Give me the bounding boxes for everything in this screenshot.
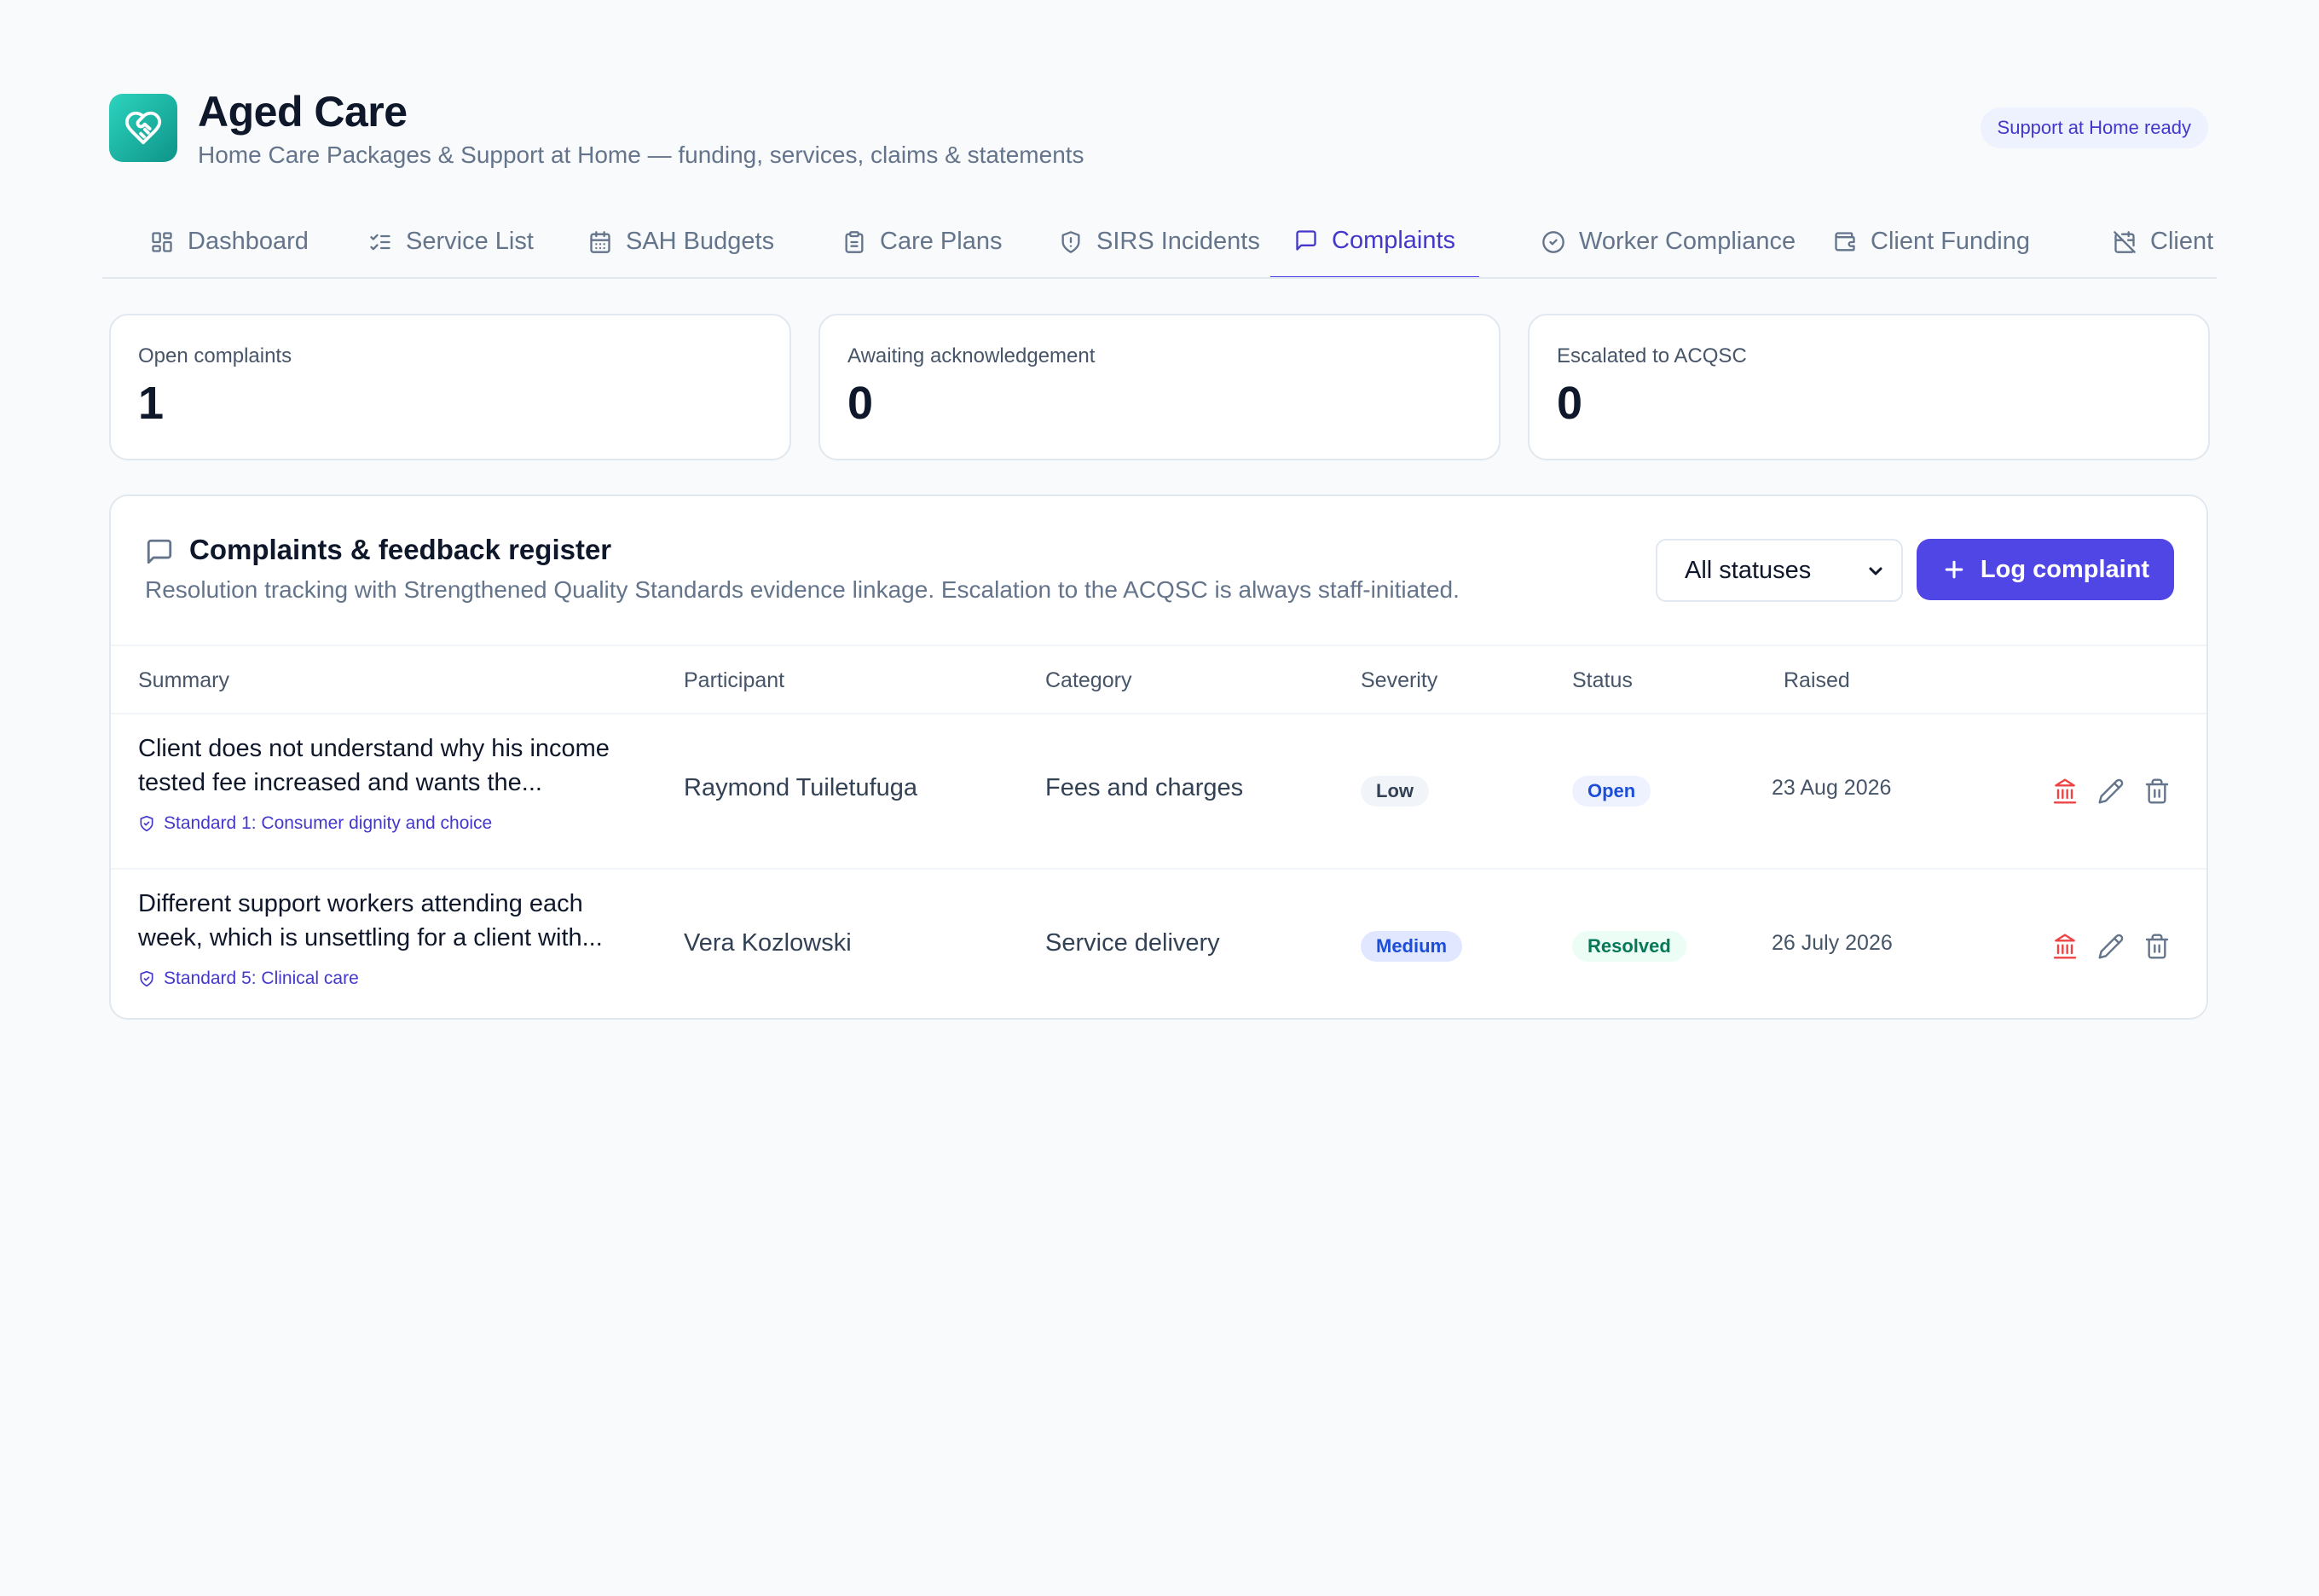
stat-value: 0 [1557,378,1583,429]
tab-service-list[interactable]: Service List [344,205,558,277]
severity-badge: Medium [1361,931,1463,962]
tab-bar: Dashboard Service List SAH Budgets Care Pla… [102,205,2217,279]
calendar-icon [590,230,610,253]
stat-card: Awaiting acknowledgement 0 [818,314,1501,460]
grid-icon [152,231,172,252]
standard-link[interactable]: Standard 5: Clinical care [138,969,359,989]
column-header: Category [1045,668,1132,692]
delete-trash-icon[interactable] [2143,933,2171,960]
complaint-category: Fees and charges [1045,774,1244,801]
severity-badge: Low [1361,776,1429,807]
log-complaint-label: Log complaint [1980,555,2150,583]
summary-line: tested fee increased and wants the... [138,769,542,796]
app-subtitle: Home Care Packages & Support at Home — f… [198,142,1084,168]
participant-name: Vera Kozlowski [684,929,852,957]
tab-label: Client Funding [1871,228,2030,255]
status-filter-value: All statuses [1685,557,1812,584]
tab-complaints[interactable]: Complaints [1270,205,1480,277]
tab-sah-budgets[interactable]: SAH Budgets [564,205,798,277]
standard-link[interactable]: Standard 1: Consumer dignity and choice [138,813,492,834]
edit-pencil-icon[interactable] [2097,933,2125,960]
stat-label: Awaiting acknowledgement [847,344,1096,367]
tab-label: Complaints [1332,226,1456,254]
tab-client-funding[interactable]: Client Funding [1809,205,2054,277]
column-header: Raised [1784,668,1850,692]
participant-name: Raymond Tuiletufuga [684,774,918,801]
tab-client-l[interactable]: Client L [2089,205,2217,277]
tab-dashboard[interactable]: Dashboard [126,205,333,277]
delete-trash-icon[interactable] [2143,778,2171,805]
app-title: Aged Care [198,88,408,136]
heart-handshake-icon [109,94,177,162]
tab-label: Service List [406,228,534,255]
escalate-landmark-icon[interactable] [2051,778,2079,805]
raised-date: 26 July 2026 [1772,931,1893,955]
stat-card: Escalated to ACQSC 0 [1528,314,2210,460]
column-header: Summary [138,668,229,692]
register-title: Complaints & feedback register [189,534,612,565]
checklist-icon [370,234,390,250]
complaints-register-card: Complaints & feedback register Resolutio… [109,494,2208,1020]
wallet-icon [1835,231,1855,251]
table-row[interactable]: Different support workers attending each… [111,868,2206,1018]
status-filter-select[interactable]: All statuses [1656,539,1903,602]
standard-label: Standard 1: Consumer dignity and choice [164,813,493,833]
support-at-home-badge: Support at Home ready [1980,107,2208,148]
tab-sirs-incidents[interactable]: SIRS Incidents [1035,205,1284,277]
shield-alert-icon [1061,230,1080,253]
complaint-summary: Different support workers attending each… [138,887,650,955]
calendar-off-icon [2114,230,2136,253]
column-header: Status [1572,668,1633,692]
escalate-landmark-icon[interactable] [2051,933,2079,960]
column-header: Participant [684,668,785,692]
tab-label: Dashboard [188,228,309,255]
message-square-icon [147,539,172,564]
clipboard-icon [845,230,864,253]
register-description: Resolution tracking with Strengthened Qu… [145,576,1460,603]
stat-value: 1 [138,378,165,429]
shield-check-icon [140,970,153,987]
message-square-icon [1296,230,1316,251]
summary-line: week, which is unsettling for a client w… [138,924,603,951]
raised-date: 23 Aug 2026 [1772,776,1892,800]
plus-icon [1945,560,1963,579]
stat-value: 0 [847,378,874,429]
summary-line: Client does not understand why his incom… [138,735,610,762]
complaint-category: Service delivery [1045,929,1220,957]
complaint-summary: Client does not understand why his incom… [138,732,650,800]
tab-care-plans[interactable]: Care Plans [818,205,1026,277]
stat-label: Open complaints [138,344,292,367]
chevron-down-icon [1869,567,1882,575]
check-circle-icon [1542,230,1564,253]
standard-label: Standard 5: Clinical care [164,969,359,988]
tab-label: Worker Compliance [1579,228,1796,255]
table-header: Summary Participant Category Severity Status… [111,645,2206,714]
stat-label: Escalated to ACQSC [1557,344,1747,367]
shield-check-icon [140,815,153,832]
edit-pencil-icon[interactable] [2097,778,2125,805]
table-row[interactable]: Client does not understand why his incom… [111,714,2206,868]
status-badge: Open [1572,776,1651,807]
tab-label: Client L [2150,228,2217,255]
summary-line: Different support workers attending each [138,890,583,917]
log-complaint-button[interactable]: Log complaint [1917,539,2174,600]
tab-label: Care Plans [880,228,1003,255]
column-header: Severity [1361,668,1438,692]
tab-label: SIRS Incidents [1096,228,1260,255]
status-badge: Resolved [1572,931,1686,962]
tab-worker-compliance[interactable]: Worker Compliance [1518,205,1819,277]
tab-label: SAH Budgets [626,228,775,255]
stat-card: Open complaints 1 [109,314,791,460]
app-header: Aged Care Home Care Packages & Support a… [102,85,2217,179]
